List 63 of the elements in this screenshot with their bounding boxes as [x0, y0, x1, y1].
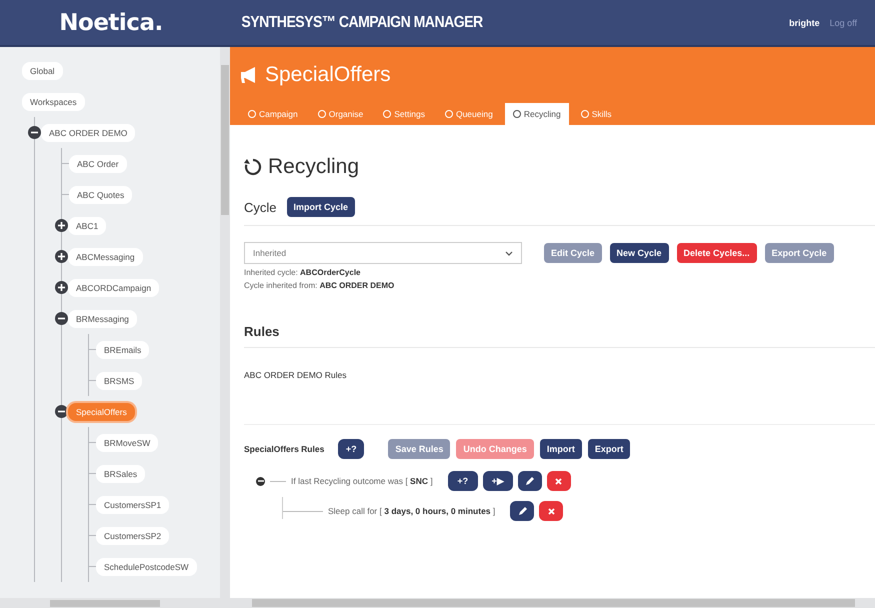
tree-item[interactable]: BRSMS	[96, 372, 142, 390]
tree-item[interactable]: Global	[22, 62, 63, 80]
minus-icon	[31, 129, 38, 136]
plus-icon	[58, 222, 65, 229]
edit-button[interactable]	[510, 501, 534, 521]
close-icon	[555, 478, 562, 484]
tree-item[interactable]: BRMessaging	[68, 310, 137, 328]
app-title: SYNTHESYS™ CAMPAIGN MANAGER	[240, 14, 484, 32]
page-title: Recycling	[268, 155, 360, 179]
info-text: Cycle inherited from: ABC ORDER DEMO	[244, 281, 396, 290]
collapse-toggle[interactable]	[256, 476, 265, 486]
tree-item[interactable]: BRSales	[96, 464, 146, 482]
button[interactable]: Import	[540, 439, 582, 459]
expand-toggle[interactable]	[55, 219, 68, 232]
logo: Noetica.	[58, 10, 164, 36]
button[interactable]: Export	[588, 439, 630, 459]
delete-button[interactable]	[546, 471, 571, 491]
tree-item[interactable]: Workspaces	[22, 92, 85, 110]
close-icon	[548, 508, 555, 514]
tree-item[interactable]: ABC1	[68, 216, 106, 234]
add-button[interactable]: +?	[448, 471, 478, 491]
collapse-toggle[interactable]	[55, 312, 68, 325]
collapse-toggle[interactable]	[28, 126, 41, 139]
recycle-icon	[244, 158, 262, 176]
button[interactable]: +?	[338, 439, 364, 459]
rule-text: Sleep call for [ 3 days, 0 hours, 0 minutes ]	[328, 506, 496, 516]
minus-icon	[258, 478, 264, 484]
chevron-icon	[505, 250, 513, 256]
tree-item[interactable]: ABC Quotes	[69, 186, 132, 204]
rule-text: If last Recycling outcome was [ SNC ]	[291, 476, 433, 486]
rules-title: ABC ORDER DEMO Rules	[244, 370, 875, 425]
expand-toggle[interactable]	[55, 281, 68, 294]
minus-icon	[58, 408, 65, 415]
pencil-icon	[525, 476, 534, 486]
tree-item[interactable]: ABCORDCampaign	[68, 278, 160, 296]
user-name: brighte	[789, 18, 820, 28]
delete-button[interactable]	[539, 501, 564, 521]
tree-item[interactable]: ABCMessaging	[68, 248, 143, 266]
plus-icon	[58, 253, 65, 260]
section-heading: Cycle	[244, 200, 277, 214]
tree-item[interactable]: CustomersSP1	[96, 496, 170, 514]
collapse-toggle[interactable]	[55, 405, 68, 418]
add-button[interactable]: +▶	[482, 471, 513, 491]
info-text: Inherited cycle: ABCOrderCycle	[244, 268, 362, 277]
campaign-title: SpecialOffers	[265, 63, 391, 87]
button[interactable]: New Cycle	[610, 243, 669, 263]
rules-title: SpecialOffers Rules	[244, 444, 324, 454]
minus-icon	[58, 315, 65, 322]
tree-item[interactable]: SchedulePostcodeSW	[96, 558, 197, 576]
tree-item[interactable]: CustomersSP2	[96, 526, 170, 544]
pencil-icon	[518, 506, 527, 516]
tree-item[interactable]: ABC Order	[69, 154, 127, 172]
tree-item[interactable]: BREmails	[96, 340, 150, 358]
expand-toggle[interactable]	[55, 250, 68, 263]
button[interactable]: Import Cycle	[286, 197, 356, 217]
tab[interactable]: Recycling	[504, 103, 569, 125]
section-heading: Rules	[244, 324, 875, 348]
tree-item[interactable]: ABC ORDER DEMO	[41, 124, 136, 142]
edit-button[interactable]	[518, 471, 542, 491]
tree-item[interactable]: BRMoveSW	[96, 434, 158, 452]
plus-icon	[58, 284, 65, 291]
button[interactable]: Delete Cycles...	[676, 243, 757, 263]
cycle-select[interactable]: Inherited	[244, 242, 522, 264]
